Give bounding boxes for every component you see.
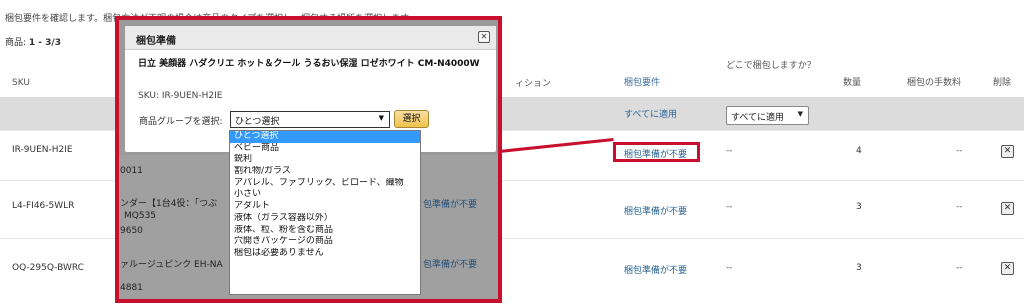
column-header-delete: 削除	[993, 78, 1012, 88]
behind-row3-title: ァルージュピンク EH-NA	[120, 260, 223, 270]
behind-row2-model: MQ535	[124, 211, 157, 221]
behind-row2-id: 9650	[120, 226, 143, 236]
column-header-sku: SKU	[12, 78, 30, 88]
row-quantity: 4	[856, 146, 862, 156]
column-header-condition: ィション	[515, 79, 552, 89]
option-item[interactable]: 割れ物/ガラス	[230, 166, 420, 178]
behind-row3-id: 4881	[120, 283, 143, 293]
option-item[interactable]: 液体、粒、粉を含む商品	[230, 225, 420, 237]
product-name: 日立 美顔器 ハダクリエ ホット＆クール うるおい保湿 ロゼホワイト CM-N4…	[138, 59, 480, 69]
row-where: --	[726, 202, 733, 212]
close-icon[interactable]: ✕	[478, 31, 490, 43]
column-header-where: どこで梱包しますか？	[726, 61, 816, 71]
item-count-value: 1 - 3/3	[28, 38, 61, 48]
behind-row1-id: 0011	[120, 166, 143, 176]
option-item[interactable]: 穴開きパッケージの商品	[230, 236, 420, 248]
select-button[interactable]: 選択	[394, 110, 429, 128]
dropdown-arrow-icon: ▼	[378, 114, 384, 122]
row-fee: --	[956, 146, 963, 156]
dialog-sku: SKU: IR-9UEN-H2IE	[138, 91, 223, 101]
dropdown-arrow-icon: ▼	[797, 110, 803, 118]
product-group-label: 商品グループを選択:	[139, 117, 223, 127]
behind-row3-requirement: 包準備が不要	[423, 260, 478, 270]
delete-icon[interactable]: ✕	[1001, 262, 1014, 275]
row-requirement-link[interactable]: 梱包準備が不要	[624, 204, 687, 217]
option-item[interactable]: 液体（ガラス容器以外）	[230, 213, 420, 225]
column-header-quantity: 数量	[843, 78, 862, 88]
item-count: 商品: 1 - 3/3	[5, 35, 61, 48]
row-where: --	[726, 146, 733, 156]
option-item[interactable]: ベビー商品	[230, 143, 420, 155]
row-sku: IR-9UEN-H2IE	[12, 145, 73, 155]
behind-row2-title: ンダー【1台4役：「つぶ	[120, 199, 217, 209]
row-quantity: 3	[856, 202, 862, 212]
item-count-label: 商品:	[5, 38, 29, 48]
apply-all-link[interactable]: すべてに適用	[624, 107, 677, 120]
row-quantity: 3	[856, 263, 862, 273]
row-where: --	[726, 263, 733, 273]
option-item[interactable]: 梱包は必要ありません	[230, 248, 420, 260]
behind-row2-requirement: 包準備が不要	[423, 200, 478, 210]
apply-all-select[interactable]: すべてに適用 ▼	[726, 106, 809, 125]
row-sku: L4-FI46-5WLR	[12, 201, 75, 211]
highlight-box	[613, 142, 700, 162]
highlight-connector	[499, 137, 614, 153]
column-header-fee: 梱包の手数料	[907, 78, 962, 88]
option-item[interactable]: ひとつ選択	[230, 131, 420, 143]
apply-all-select-value: すべてに適用	[731, 113, 785, 123]
column-header-requirement[interactable]: 梱包要件	[624, 75, 660, 88]
delete-icon[interactable]: ✕	[1001, 145, 1014, 158]
row-sku: OQ-295Q-BWRC	[12, 263, 84, 273]
option-item[interactable]: 小さい	[230, 189, 420, 201]
row-fee: --	[956, 202, 963, 212]
row-fee: --	[956, 263, 963, 273]
dialog-title: 梱包準備	[125, 26, 496, 50]
row-requirement-link[interactable]: 梱包準備が不要	[624, 263, 687, 276]
product-group-select[interactable]: ひとつ選択 ▼	[230, 111, 390, 128]
product-group-options: ひとつ選択 ベビー商品 鋭利 割れ物/ガラス アパレル、ファブリック、ビロード、…	[229, 130, 421, 295]
option-item[interactable]: 鋭利	[230, 154, 420, 166]
option-item[interactable]: アパレル、ファブリック、ビロード、織物	[230, 178, 420, 190]
delete-icon[interactable]: ✕	[1001, 202, 1014, 215]
product-group-value: ひとつ選択	[235, 117, 280, 127]
option-item[interactable]: アダルト	[230, 201, 420, 213]
